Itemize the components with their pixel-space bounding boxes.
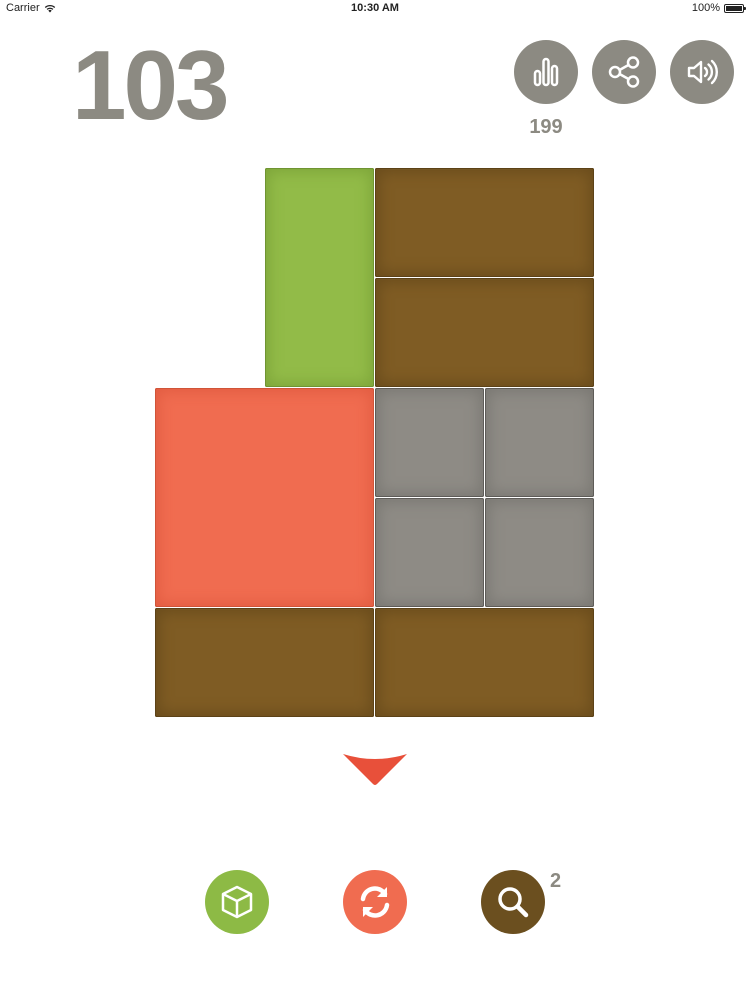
stats-count: 199 [529,116,563,138]
sound-button[interactable] [670,40,734,104]
tile-green[interactable] [265,168,374,387]
tile-grey[interactable] [375,498,484,607]
tile-brown[interactable] [375,278,594,387]
battery-icon [724,3,746,13]
speaker-icon [687,59,718,85]
cube-icon [221,885,253,919]
tile-red[interactable] [155,388,374,607]
tile-grey[interactable] [485,388,594,497]
status-time: 10:30 AM [351,2,399,14]
tile-brown[interactable] [375,168,594,277]
magnifier-icon [498,887,529,918]
restart-button[interactable] [343,870,407,934]
tile-grey[interactable] [485,498,594,607]
cube-button[interactable] [205,870,269,934]
tile-grey[interactable] [375,388,484,497]
status-bar: Carrier 10:30 AM 100% [0,0,750,16]
score: 103 [72,30,230,140]
hint-button[interactable] [481,870,545,934]
share-icon [608,56,640,88]
tile-brown[interactable] [155,608,374,717]
chevron-down-icon[interactable] [343,752,407,786]
battery-fill [726,5,742,11]
hint-count-badge: 2 [550,870,562,892]
stats-button[interactable] [514,40,578,104]
puzzle-board [155,168,595,717]
share-button[interactable] [592,40,656,104]
game-screen: Carrier 10:30 AM 100% 103 199 2 [0,0,750,1000]
battery-percent: 100% [691,2,720,14]
tile-brown[interactable] [375,608,594,717]
bar-chart-icon [533,57,559,87]
status-battery-group: 100% [691,2,746,14]
refresh-icon [360,886,390,918]
